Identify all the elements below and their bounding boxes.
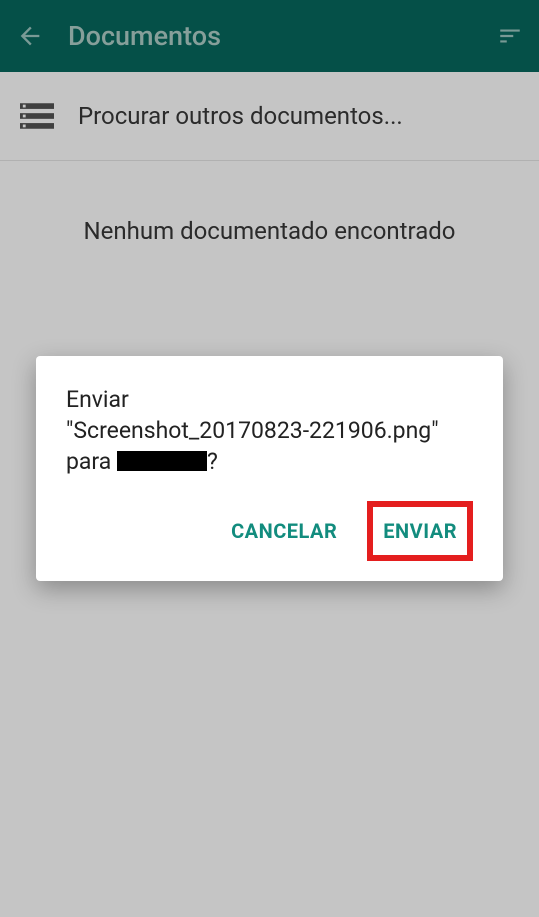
redacted-recipient (117, 451, 207, 471)
send-button-highlight: ENVIAR (367, 501, 473, 561)
cancel-button[interactable]: CANCELAR (225, 509, 343, 553)
send-button[interactable]: ENVIAR (379, 511, 461, 551)
send-confirmation-dialog: Enviar "Screenshot_20170823-221906.png" … (36, 356, 503, 581)
dialog-text-filename: "Screenshot_20170823-221906.png" (66, 417, 439, 444)
dialog-text-suffix: ? (207, 448, 218, 475)
dialog-actions: CANCELAR ENVIAR (66, 501, 473, 561)
dialog-text-line1: Enviar (66, 386, 129, 413)
dialog-message: Enviar "Screenshot_20170823-221906.png" … (66, 384, 473, 477)
dialog-text-prefix: para (66, 448, 117, 475)
